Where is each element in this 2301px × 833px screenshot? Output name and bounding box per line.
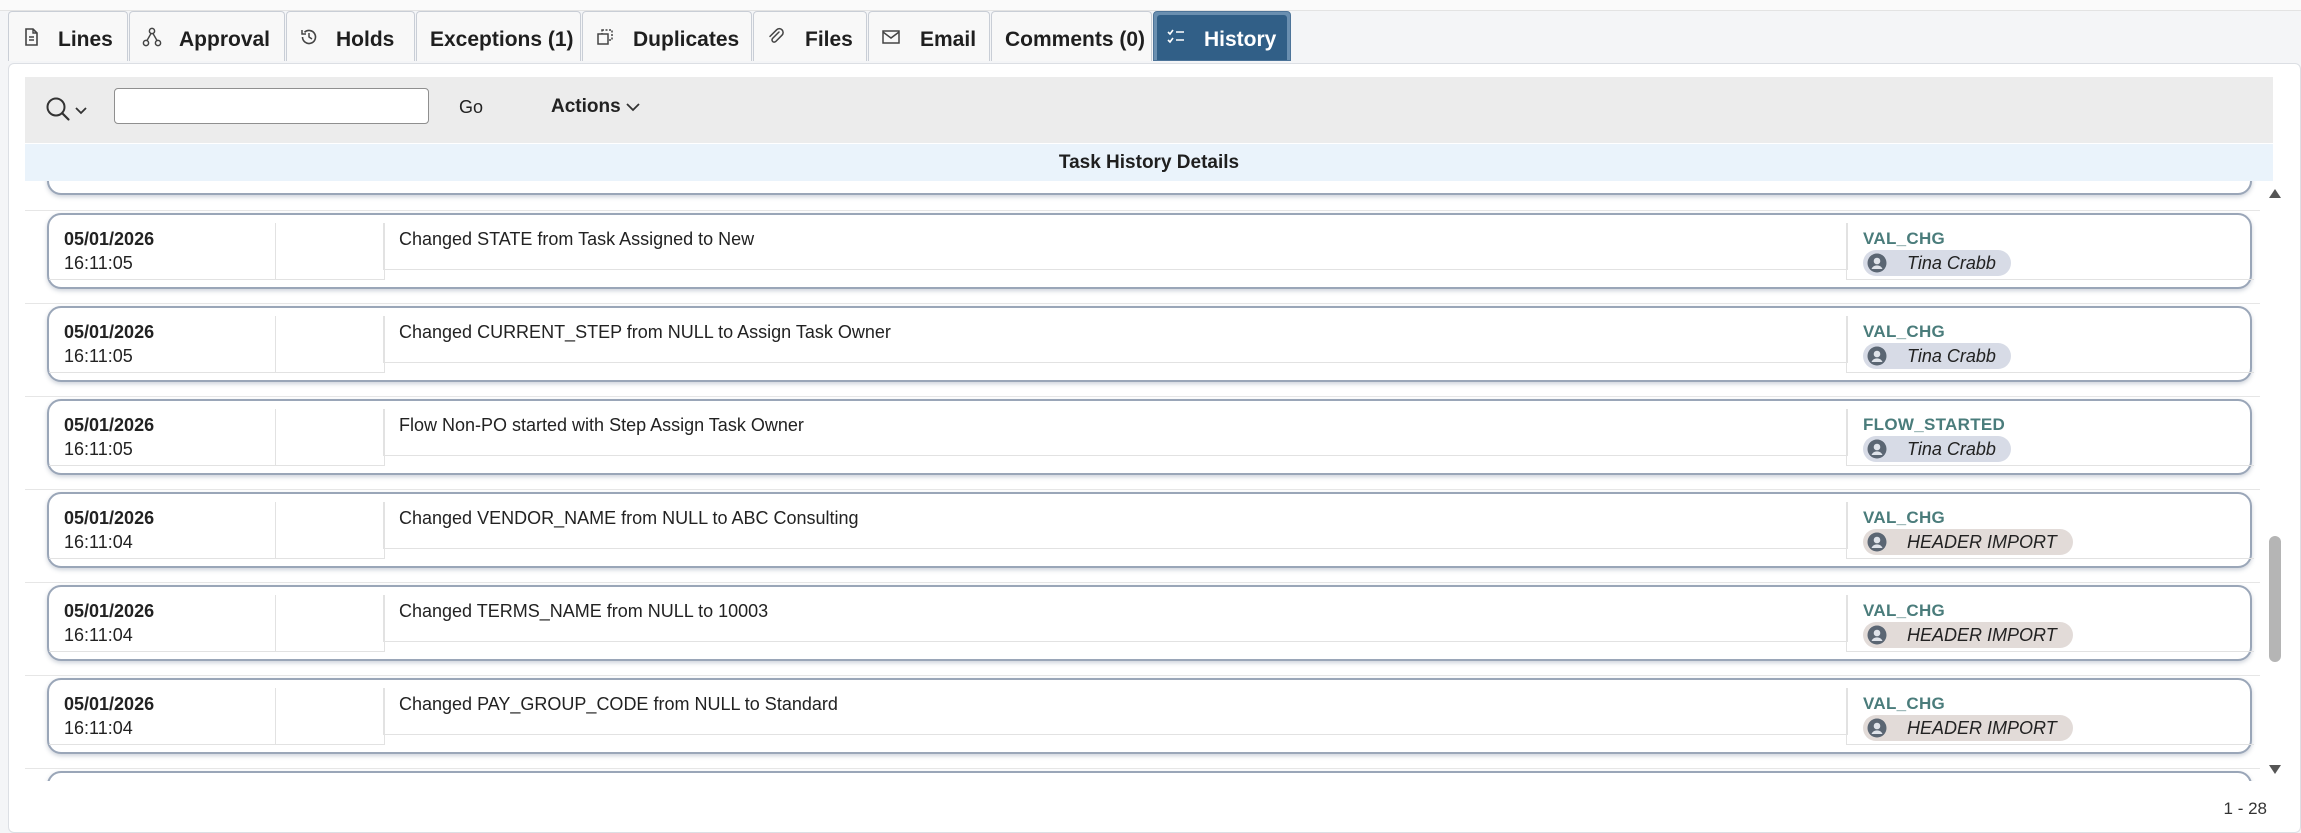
chevron-down-icon — [626, 103, 640, 112]
scroll-down-arrow-icon[interactable] — [2267, 764, 2283, 776]
avatar-icon — [1867, 346, 1887, 366]
section-title: Task History Details — [25, 144, 2273, 181]
tab-holds[interactable]: Holds — [286, 11, 415, 61]
tab-approval[interactable]: Approval — [129, 11, 285, 61]
row-description: Changed CURRENT_STEP from NULL to Assign… — [399, 322, 891, 342]
duplicate-icon — [595, 27, 615, 47]
avatar-icon — [1867, 253, 1887, 273]
row-event-type: VAL_CHG — [1863, 229, 1946, 248]
history-row-partial — [47, 771, 2252, 781]
history-row[interactable]: 05/01/2026 16:11:04 Changed PAY_GROUP_CO… — [47, 678, 2254, 754]
row-description: Changed STATE from Task Assigned to New — [399, 229, 755, 249]
row-time: 16:11:04 — [64, 625, 133, 645]
row-description: Changed VENDOR_NAME from NULL to ABC Con… — [399, 508, 859, 528]
row-date: 05/01/2026 — [64, 508, 155, 528]
pagination-range: 1 - 28 — [2223, 799, 2267, 818]
user-chip[interactable]: Tina Crabb — [1863, 250, 2011, 276]
history-list: 05/01/2026 16:11:05 Changed STATE from T… — [25, 181, 2281, 781]
checklist-icon — [1166, 27, 1186, 47]
tab-comments[interactable]: Comments (0) — [991, 11, 1152, 61]
paperclip-icon — [766, 27, 786, 47]
history-panel: Go Actions Task History Details 05/01/20… — [8, 63, 2301, 833]
tab-files[interactable]: Files — [753, 11, 867, 61]
avatar-icon — [1867, 439, 1887, 459]
user-name: HEADER IMPORT — [1907, 718, 2057, 738]
row-date: 05/01/2026 — [64, 415, 155, 435]
top-strip — [0, 0, 2301, 11]
row-event-type: VAL_CHG — [1863, 694, 1946, 713]
avatar-icon — [1867, 718, 1887, 738]
row-time: 16:11:05 — [64, 439, 133, 459]
row-date: 05/01/2026 — [64, 229, 155, 249]
row-event-type: VAL_CHG — [1863, 322, 1946, 341]
user-chip[interactable]: HEADER IMPORT — [1863, 715, 2073, 741]
search-toolbar: Go Actions — [25, 77, 2273, 143]
history-row[interactable]: 05/01/2026 16:11:05 Changed STATE from T… — [47, 213, 2254, 289]
user-chip[interactable]: Tina Crabb — [1863, 436, 2011, 462]
row-time: 16:11:04 — [64, 718, 133, 738]
scrollbar-thumb[interactable] — [2269, 536, 2281, 662]
row-time: 16:11:04 — [64, 532, 133, 552]
row-description: Flow Non-PO started with Step Assign Tas… — [399, 415, 804, 435]
row-date: 05/01/2026 — [64, 322, 155, 342]
history-row[interactable]: 05/01/2026 16:11:05 Changed CURRENT_STEP… — [47, 306, 2254, 382]
row-description: Changed TERMS_NAME from NULL to 10003 — [399, 601, 769, 621]
tab-duplicates[interactable]: Duplicates — [582, 11, 752, 61]
scroll-up-arrow-icon[interactable] — [2267, 187, 2283, 199]
tab-history[interactable]: History — [1153, 11, 1291, 61]
user-chip[interactable]: HEADER IMPORT — [1863, 529, 2073, 555]
history-row-partial — [47, 181, 2252, 195]
row-time: 16:11:05 — [64, 253, 133, 273]
row-event-type: FLOW_STARTED — [1863, 415, 2006, 434]
row-date: 05/01/2026 — [64, 601, 155, 621]
history-row[interactable]: 05/01/2026 16:11:05 Flow Non-PO started … — [47, 399, 2254, 475]
user-chip[interactable]: HEADER IMPORT — [1863, 622, 2073, 648]
row-event-type: VAL_CHG — [1863, 508, 1946, 527]
tab-exceptions[interactable]: Exceptions (1) — [416, 11, 581, 61]
search-icon — [46, 97, 87, 121]
tab-email[interactable]: Email — [868, 11, 990, 61]
clock-history-icon — [299, 27, 319, 47]
actions-menu-button[interactable]: Actions — [551, 96, 641, 118]
history-row[interactable]: 05/01/2026 16:11:04 Changed TERMS_NAME f… — [47, 585, 2254, 661]
row-event-type: VAL_CHG — [1863, 601, 1946, 620]
tab-lines[interactable]: Lines — [8, 11, 128, 61]
document-icon — [21, 27, 41, 47]
user-name: Tina Crabb — [1907, 346, 1996, 366]
user-chip[interactable]: Tina Crabb — [1863, 343, 2011, 369]
envelope-icon — [881, 27, 901, 47]
row-date: 05/01/2026 — [64, 694, 155, 714]
user-name: HEADER IMPORT — [1907, 532, 2057, 552]
avatar-icon — [1867, 532, 1887, 552]
search-menu-button[interactable] — [45, 95, 95, 125]
workflow-icon — [142, 27, 162, 47]
history-row[interactable]: 05/01/2026 16:11:04 Changed VENDOR_NAME … — [47, 492, 2254, 568]
user-name: Tina Crabb — [1907, 253, 1996, 273]
row-description: Changed PAY_GROUP_CODE from NULL to Stan… — [399, 694, 838, 714]
user-name: HEADER IMPORT — [1907, 625, 2057, 645]
search-input[interactable] — [114, 88, 429, 124]
user-name: Tina Crabb — [1907, 439, 1996, 459]
avatar-icon — [1867, 625, 1887, 645]
row-time: 16:11:05 — [64, 346, 133, 366]
go-button[interactable]: Go — [459, 97, 483, 118]
